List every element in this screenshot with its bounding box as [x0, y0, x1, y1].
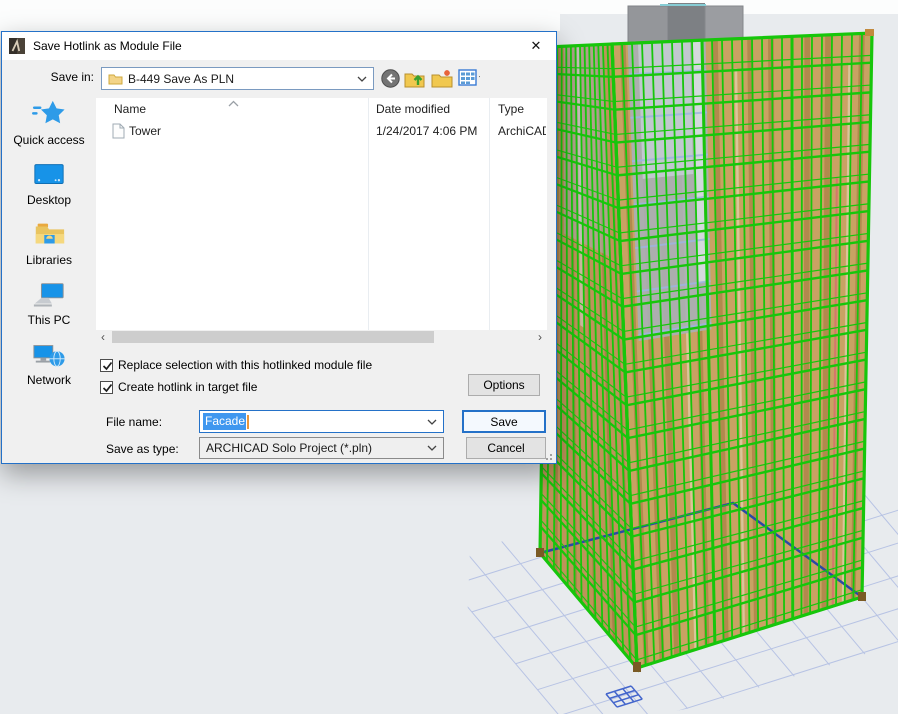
- chevron-down-icon: [427, 445, 437, 451]
- checkbox-checked-icon: [100, 359, 113, 372]
- file-name-value: Facade: [203, 413, 246, 430]
- horizontal-scrollbar[interactable]: ‹ ›: [96, 330, 547, 344]
- options-button[interactable]: Options: [468, 374, 540, 396]
- network-icon: [32, 338, 66, 372]
- scroll-left-icon[interactable]: ‹: [96, 330, 110, 344]
- sidebar-item-label: This PC: [28, 313, 71, 327]
- save-in-value: B-449 Save As PLN: [128, 72, 234, 86]
- document-icon: [112, 123, 125, 142]
- file-type-cell: ArchiCAD: [498, 124, 546, 138]
- libraries-icon: [32, 218, 66, 252]
- sidebar-item-label: Libraries: [26, 253, 72, 267]
- sidebar-item-network[interactable]: Network: [6, 336, 92, 396]
- save-as-type-label: Save as type:: [106, 442, 179, 456]
- column-header-date-modified[interactable]: Date modified: [376, 102, 450, 116]
- scroll-right-icon[interactable]: ›: [533, 330, 547, 344]
- dialog-titlebar[interactable]: Save Hotlink as Module File ✕: [2, 32, 556, 60]
- new-folder-icon[interactable]: [431, 68, 453, 88]
- file-name-cell: Tower: [129, 124, 161, 138]
- sidebar-item-label: Network: [27, 373, 71, 387]
- sidebar-item-libraries[interactable]: Libraries: [6, 216, 92, 276]
- chevron-down-icon: [427, 419, 437, 425]
- scrollbar-thumb[interactable]: [112, 331, 434, 343]
- save-as-type-combobox[interactable]: ARCHICAD Solo Project (*.pln): [199, 437, 444, 459]
- file-list: Name Date modified Type Tower 1/24/2017 …: [96, 98, 547, 344]
- view-menu-icon[interactable]: [458, 68, 480, 88]
- desktop-icon: [32, 158, 66, 192]
- save-in-combobox[interactable]: B-449 Save As PLN: [101, 67, 374, 90]
- resize-grip[interactable]: [545, 452, 553, 460]
- checkbox-label: Replace selection with this hotlinked mo…: [118, 358, 372, 372]
- save-hotlink-dialog: Save Hotlink as Module File ✕ Save in: B…: [1, 31, 557, 464]
- file-name-input[interactable]: Facade: [199, 410, 444, 433]
- checkbox-checked-icon: [100, 381, 113, 394]
- save-in-label: Save in:: [12, 70, 94, 84]
- column-header-name[interactable]: Name: [114, 102, 146, 116]
- close-icon[interactable]: ✕: [516, 32, 556, 60]
- cancel-button[interactable]: Cancel: [466, 437, 546, 459]
- checkbox-label: Create hotlink in target file: [118, 380, 257, 394]
- sidebar-item-quick-access[interactable]: Quick access: [6, 96, 92, 156]
- file-row-tower[interactable]: Tower 1/24/2017 4:06 PM ArchiCAD: [96, 122, 547, 142]
- save-as-type-value: ARCHICAD Solo Project (*.pln): [206, 441, 372, 455]
- save-button[interactable]: Save: [462, 410, 546, 433]
- places-sidebar: Quick access Desktop Libraries This PC: [4, 96, 94, 416]
- sidebar-item-label: Quick access: [13, 133, 84, 147]
- text-caret: [247, 415, 249, 429]
- sidebar-item-desktop[interactable]: Desktop: [6, 156, 92, 216]
- sidebar-item-this-pc[interactable]: This PC: [6, 276, 92, 336]
- archicad-app-icon: [9, 38, 25, 54]
- create-hotlink-checkbox[interactable]: Create hotlink in target file: [100, 379, 257, 395]
- up-one-level-icon[interactable]: [403, 68, 425, 88]
- dialog-title: Save Hotlink as Module File: [33, 39, 516, 53]
- sort-ascending-icon: [228, 96, 239, 110]
- sidebar-item-label: Desktop: [27, 193, 71, 207]
- quick-access-icon: [32, 98, 66, 132]
- chevron-down-icon: [357, 76, 367, 82]
- back-icon[interactable]: [379, 68, 401, 88]
- column-header-type[interactable]: Type: [498, 102, 524, 116]
- file-date-cell: 1/24/2017 4:06 PM: [376, 124, 477, 138]
- file-name-label: File name:: [106, 415, 162, 429]
- folder-icon: [108, 72, 123, 85]
- replace-selection-checkbox[interactable]: Replace selection with this hotlinked mo…: [100, 357, 372, 373]
- this-pc-icon: [32, 278, 66, 312]
